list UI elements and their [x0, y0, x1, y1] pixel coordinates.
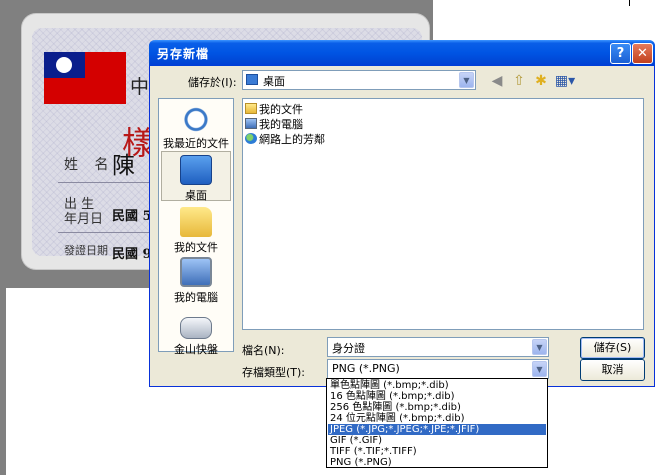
new-folder-icon[interactable]: ✱ — [532, 72, 550, 90]
filetype-label: 存檔類型(T): — [242, 366, 306, 379]
folder-icon — [245, 103, 257, 114]
place-my-computer[interactable]: 我的電腦 — [161, 257, 231, 305]
filetype-dropdown[interactable]: PNG (*.PNG) ▼ — [327, 359, 549, 379]
recent-documents-icon — [180, 103, 212, 133]
desktop-icon — [180, 155, 212, 185]
card-birth-label: 出 生 年月日 — [64, 197, 103, 227]
kuaipan-drive-icon — [180, 317, 212, 339]
filetype-option[interactable]: 16 色點陣圖 (*.bmp;*.dib) — [328, 391, 546, 402]
flag-icon — [44, 52, 126, 104]
flag-canton — [44, 52, 85, 78]
dialog-title: 另存新檔 — [157, 47, 210, 61]
filetype-option-selected[interactable]: JPEG (*.JPG;*.JPEG;*.JPE;*.JFIF) — [328, 424, 546, 435]
list-item[interactable]: 我的電腦 — [245, 116, 303, 131]
desktop-icon — [246, 74, 258, 85]
place-kuaipan[interactable]: 金山快盤 — [161, 313, 231, 357]
file-label: 我的文件 — [259, 103, 303, 116]
save-in-label: 儲存於(I): — [188, 76, 237, 89]
up-folder-icon[interactable]: ⇧ — [510, 72, 528, 90]
filetype-option[interactable]: PNG (*.PNG) — [328, 457, 546, 468]
filetype-value: PNG (*.PNG) — [332, 362, 400, 375]
my-computer-icon — [180, 257, 212, 287]
save-in-value: 桌面 — [263, 75, 285, 88]
filename-label: 檔名(N): — [242, 344, 285, 357]
flag-sun — [56, 57, 72, 73]
card-birth-label-line1: 出 生 — [64, 197, 95, 212]
save-as-dialog: 另存新檔 ? ✕ 儲存於(I): 桌面 ▼ ◀ ⇧ ✱ ▦▾ 我最近的文件 桌面… — [149, 40, 655, 387]
my-documents-icon — [180, 207, 212, 237]
filetype-option[interactable]: 24 位元點陣圖 (*.bmp;*.dib) — [328, 413, 546, 424]
card-name-label: 姓 名 — [64, 157, 115, 173]
close-button[interactable]: ✕ — [632, 43, 653, 64]
file-label: 網路上的芳鄰 — [259, 133, 325, 146]
save-button[interactable]: 儲存(S) — [580, 337, 645, 359]
network-icon — [245, 133, 257, 144]
place-recent-documents[interactable]: 我最近的文件 — [161, 103, 231, 151]
places-bar: 我最近的文件 桌面 我的文件 我的電腦 金山快盤 — [158, 98, 234, 356]
filetype-option[interactable]: GIF (*.GIF) — [328, 435, 546, 446]
filename-input[interactable]: 身分證 ▼ — [327, 337, 549, 357]
canvas-boundary-line — [629, 0, 630, 6]
list-item[interactable]: 網路上的芳鄰 — [245, 131, 325, 146]
filetype-option[interactable]: TIFF (*.TIF;*.TIFF) — [328, 446, 546, 457]
cancel-button[interactable]: 取消 — [580, 359, 645, 381]
editor-canvas-edge — [0, 288, 6, 475]
card-name-value: 陳 — [112, 153, 135, 179]
place-label: 我的文件 — [174, 241, 218, 254]
help-button[interactable]: ? — [610, 43, 631, 64]
save-in-dropdown[interactable]: 桌面 ▼ — [242, 70, 476, 90]
filename-value: 身分證 — [332, 342, 365, 355]
filetype-option[interactable]: 單色點陣圖 (*.bmp;*.dib) — [328, 380, 546, 391]
card-issue-label: 發證日期 — [64, 244, 108, 257]
chevron-down-icon[interactable]: ▼ — [459, 72, 474, 88]
place-my-documents[interactable]: 我的文件 — [161, 207, 231, 255]
filetype-options-list[interactable]: 單色點陣圖 (*.bmp;*.dib) 16 色點陣圖 (*.bmp;*.dib… — [326, 378, 548, 468]
place-label: 桌面 — [185, 189, 207, 202]
file-label: 我的電腦 — [259, 118, 303, 131]
chevron-down-icon[interactable]: ▼ — [532, 339, 547, 355]
list-item[interactable]: 我的文件 — [245, 101, 303, 116]
chevron-down-icon[interactable]: ▼ — [532, 361, 547, 377]
computer-icon — [245, 118, 257, 129]
dialog-titlebar[interactable]: 另存新檔 ? ✕ — [149, 40, 655, 66]
place-label: 我的電腦 — [174, 291, 218, 304]
card-birth-label-line2: 年月日 — [64, 212, 104, 227]
file-list[interactable]: 我的文件 我的電腦 網路上的芳鄰 — [242, 98, 644, 330]
place-label: 我最近的文件 — [163, 137, 229, 150]
filetype-option[interactable]: 256 色點陣圖 (*.bmp;*.dib) — [328, 402, 546, 413]
place-label: 金山快盤 — [174, 343, 218, 356]
back-icon[interactable]: ◀ — [488, 72, 506, 90]
place-desktop[interactable]: 桌面 — [161, 151, 231, 202]
view-menu-icon[interactable]: ▦▾ — [554, 72, 576, 90]
